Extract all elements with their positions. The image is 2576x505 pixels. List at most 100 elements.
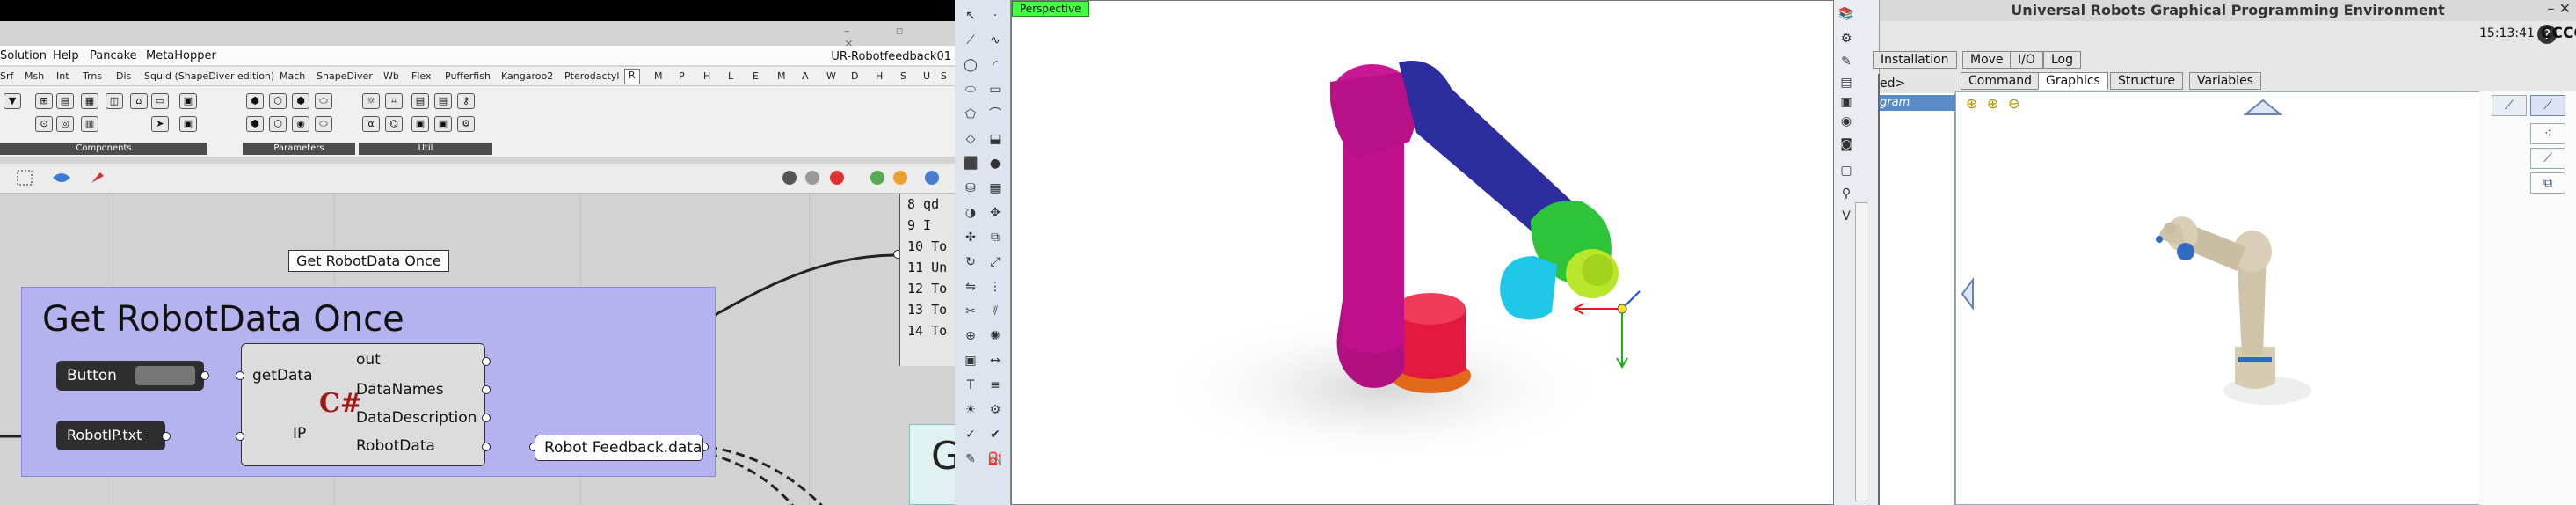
- component-icon[interactable]: ▤: [56, 93, 74, 109]
- tab-io[interactable]: I/O: [2010, 51, 2043, 69]
- button-component[interactable]: Button: [56, 361, 204, 391]
- tab-log[interactable]: Log: [2043, 51, 2082, 69]
- surface-icon[interactable]: ◇: [960, 130, 981, 148]
- component-icon[interactable]: ▣: [179, 93, 197, 109]
- output-pin[interactable]: [482, 443, 491, 451]
- tab-squid[interactable]: Squid (ShapeDiver edition): [144, 70, 274, 82]
- tab-pufferfish[interactable]: Pufferfish: [445, 70, 491, 82]
- tab-msh[interactable]: Msh: [25, 70, 44, 82]
- tab-kangaroo2[interactable]: Kangaroo2: [501, 70, 553, 82]
- util-icon[interactable]: ▣: [411, 116, 429, 132]
- copy-icon[interactable]: ⧉: [2530, 172, 2565, 194]
- tab-wb[interactable]: Wb: [383, 70, 399, 82]
- boolean-icon[interactable]: ◑: [960, 204, 981, 222]
- preview-icon[interactable]: [782, 171, 797, 185]
- tab-structure[interactable]: Structure: [2110, 72, 2184, 90]
- program-tree[interactable]: [1880, 74, 1955, 505]
- button-toggle[interactable]: [135, 366, 195, 385]
- tab-m2[interactable]: M: [777, 70, 786, 82]
- select-icon[interactable]: [17, 170, 33, 186]
- eye-icon[interactable]: [53, 173, 70, 182]
- view-icon[interactable]: ▢: [1836, 162, 1857, 179]
- view-mode-icon[interactable]: ⟋: [2492, 95, 2527, 116]
- bucket-icon[interactable]: ⛽: [985, 450, 1006, 468]
- component-icon[interactable]: ⊙: [35, 116, 53, 132]
- menu-metahopper[interactable]: MetaHopper: [146, 49, 216, 62]
- group-icon[interactable]: ▣: [960, 352, 981, 370]
- util-icon[interactable]: α: [362, 116, 380, 132]
- tab-s[interactable]: S: [900, 70, 906, 82]
- fillet-icon[interactable]: ⌒: [985, 106, 1006, 123]
- select-arrow-icon[interactable]: ↖: [960, 7, 981, 25]
- param-icon[interactable]: ⬡: [269, 116, 287, 132]
- split-icon[interactable]: ⫽: [985, 303, 1006, 320]
- tab-srf[interactable]: Srf: [0, 70, 13, 82]
- rhino-viewport[interactable]: Perspective: [1011, 0, 1834, 505]
- component-icon[interactable]: ◎: [56, 116, 74, 132]
- param-icon[interactable]: ⬢: [292, 93, 309, 109]
- util-icon[interactable]: ⌗: [385, 93, 403, 109]
- extrude-icon[interactable]: ⬓: [985, 130, 1006, 148]
- polygon-icon[interactable]: ⬠: [960, 106, 981, 123]
- text-icon[interactable]: T: [960, 377, 981, 394]
- box-icon[interactable]: ⬛: [960, 155, 981, 172]
- trim-icon[interactable]: ✂: [960, 303, 981, 320]
- tab-trns[interactable]: Trns: [83, 70, 102, 82]
- polyline-icon[interactable]: ⟋: [960, 32, 981, 49]
- param-icon[interactable]: ⬢: [246, 93, 264, 109]
- render-icon[interactable]: ✎: [1836, 53, 1857, 70]
- paint-icon[interactable]: ✎: [960, 450, 981, 468]
- camera-icon[interactable]: ◙: [1836, 135, 1857, 153]
- globe-icon[interactable]: [925, 171, 939, 185]
- array-icon[interactable]: ⋮: [985, 278, 1006, 296]
- help-icon[interactable]: ▣: [1836, 93, 1857, 111]
- component-icon[interactable]: ▭: [151, 93, 169, 109]
- menu-solution[interactable]: Solution: [0, 49, 47, 62]
- properties-icon[interactable]: ⚙: [985, 401, 1006, 419]
- tab-u[interactable]: U: [923, 70, 930, 82]
- input-pin[interactable]: [236, 432, 244, 441]
- tab-h[interactable]: H: [703, 70, 710, 82]
- util-icon[interactable]: ⌬: [385, 116, 403, 132]
- tab-pterodactyl[interactable]: Pterodactyl: [564, 70, 619, 82]
- color-icon[interactable]: ◉: [1836, 113, 1857, 130]
- arc-icon[interactable]: ◜: [985, 56, 1006, 74]
- tab-command[interactable]: Command: [1961, 72, 2040, 90]
- util-icon[interactable]: ⚙: [457, 116, 475, 132]
- color-icon[interactable]: [870, 171, 884, 185]
- display-icon[interactable]: ▤: [1836, 74, 1857, 91]
- param-icon[interactable]: ⬭: [315, 93, 332, 109]
- path-icon[interactable]: ⟋: [2530, 148, 2565, 169]
- tab-w[interactable]: W: [826, 70, 836, 82]
- properties-icon[interactable]: ⚙: [1836, 30, 1857, 48]
- util-icon[interactable]: ▣: [434, 116, 452, 132]
- output-pin[interactable]: [482, 385, 491, 394]
- output-panel[interactable]: Robot Feedback.data: [535, 435, 703, 461]
- tab-graphics[interactable]: Graphics: [2038, 72, 2108, 90]
- layer-icon[interactable]: ≡: [985, 377, 1006, 394]
- util-icon[interactable]: ▤: [411, 93, 429, 109]
- tab-flex[interactable]: Flex: [411, 70, 431, 82]
- transform-icon[interactable]: ✥: [985, 204, 1006, 222]
- param-icon[interactable]: ⬢: [246, 116, 264, 132]
- color-icon[interactable]: [893, 171, 907, 185]
- waypoints-icon[interactable]: ⁖: [2530, 123, 2565, 144]
- tab-shapediver[interactable]: ShapeDiver: [317, 70, 373, 82]
- component-icon[interactable]: ⌂: [130, 93, 148, 109]
- param-icon[interactable]: ⬡: [269, 93, 287, 109]
- tab-p[interactable]: P: [679, 70, 685, 82]
- component-icon[interactable]: ➤: [151, 116, 169, 132]
- view-mode-icon[interactable]: ⟋: [2530, 95, 2565, 116]
- mesh-icon[interactable]: ▦: [985, 179, 1006, 197]
- tab-installation[interactable]: Installation: [1873, 51, 1957, 69]
- copy-icon[interactable]: ⧉: [985, 229, 1006, 246]
- component-icon[interactable]: ▥: [81, 116, 98, 132]
- tab-h2[interactable]: H: [876, 70, 883, 82]
- output-pin[interactable]: [200, 371, 209, 380]
- point-icon[interactable]: ·: [985, 7, 1006, 25]
- join-icon[interactable]: ⊕: [960, 327, 981, 345]
- tab-variables[interactable]: Variables: [2189, 72, 2261, 90]
- rotate-icon[interactable]: ↻: [960, 253, 981, 271]
- tab-m[interactable]: M: [654, 70, 663, 82]
- menu-help[interactable]: Help: [53, 49, 79, 62]
